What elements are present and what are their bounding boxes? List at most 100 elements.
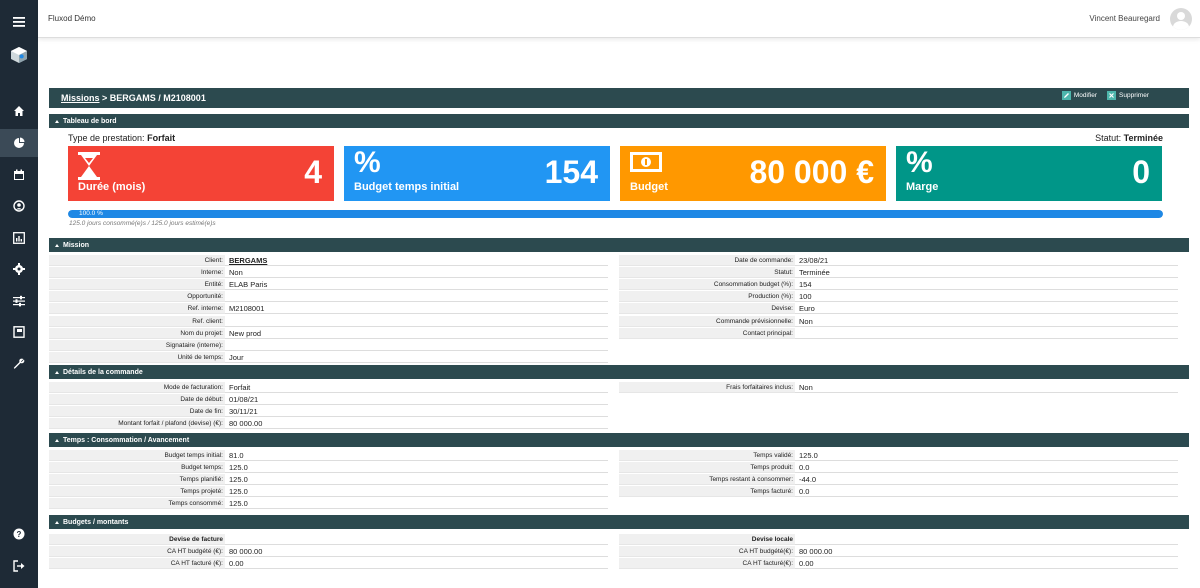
- field-label: Signataire (interne):: [49, 339, 225, 351]
- field-label: Devise locale: [619, 533, 795, 545]
- progress-note: 125.0 jours consommé(e)s / 125.0 jours e…: [69, 220, 216, 227]
- field-row: Date de début: 01/08/21: [49, 393, 608, 405]
- gear-icon[interactable]: [0, 256, 38, 282]
- field-value: 0.0: [795, 486, 1178, 498]
- order-fields: Mode de facturation: Forfait Date de début…: [49, 381, 1189, 433]
- field-row: Interne: Non: [49, 266, 608, 278]
- field-row: Ref. client:: [49, 315, 608, 327]
- field-row: Date de fin: 30/11/21: [49, 405, 608, 417]
- field-label: Statut:: [619, 266, 795, 278]
- section-header-mission[interactable]: Mission: [49, 238, 1189, 252]
- field-value: Forfait: [225, 381, 608, 393]
- field-label: Date de commande:: [619, 254, 795, 266]
- progress-fill: [68, 210, 1163, 218]
- progress-bar: [68, 210, 1163, 218]
- percent-icon: %: [906, 146, 933, 179]
- field-row: Statut: Terminée: [619, 266, 1178, 278]
- field-value: 81.0: [225, 449, 608, 461]
- collapse-triangle-icon: [55, 520, 59, 524]
- logout-icon[interactable]: [0, 553, 38, 579]
- field-label: Ref. interne:: [49, 303, 225, 315]
- field-row: Client: BERGAMS: [49, 254, 608, 266]
- field-label: Commande prévisionnelle:: [619, 315, 795, 327]
- breadcrumb-separator: >: [99, 93, 110, 103]
- user-circle-icon[interactable]: [0, 193, 38, 219]
- field-value: M2108001: [225, 303, 608, 315]
- field-row: Budget temps: 125.0: [49, 461, 608, 473]
- bar-chart-icon[interactable]: [0, 225, 38, 251]
- field-label: Date de début:: [49, 393, 225, 405]
- field-value: [225, 533, 608, 545]
- logo-cube-icon[interactable]: [0, 42, 38, 68]
- field-label: Temps produit:: [619, 461, 795, 473]
- wrench-icon[interactable]: [0, 351, 38, 377]
- section-header-order-details[interactable]: Détails de la commande: [49, 365, 1189, 379]
- field-row: Temps projeté: 125.0: [49, 486, 608, 498]
- field-value: 125.0: [225, 473, 608, 485]
- field-row: Unité de temps: Jour: [49, 352, 608, 364]
- delete-button[interactable]: Supprimer: [1107, 91, 1149, 100]
- mission-right-column: Date de commande: 23/08/21 Statut: Terminée…: [619, 254, 1178, 339]
- edit-button[interactable]: Modifier: [1061, 91, 1097, 100]
- menu-icon[interactable]: [0, 9, 38, 35]
- section-header-budgets[interactable]: Budgets / montants: [49, 515, 1189, 529]
- user-name[interactable]: Vincent Beauregard: [1089, 14, 1160, 23]
- field-row: Temps produit: 0.0: [619, 461, 1178, 473]
- field-value: 0.00: [225, 557, 608, 569]
- field-label: Temps restant à consommer:: [619, 473, 795, 485]
- field-value: Non: [795, 381, 1178, 393]
- avatar[interactable]: [1170, 8, 1192, 30]
- field-row: Devise de facture: [49, 533, 608, 545]
- kpi-cards: 4 Durée (mois) % 154 Budget temps initia…: [49, 146, 1189, 202]
- field-label: Opportunité:: [49, 291, 225, 303]
- field-row: Date de commande: 23/08/21: [619, 254, 1178, 266]
- breadcrumb: Missions > BERGAMS / M2108001: [61, 93, 206, 103]
- home-icon[interactable]: [0, 98, 38, 124]
- field-row: Budget temps initial: 81.0: [49, 449, 608, 461]
- calendar-icon[interactable]: [0, 162, 38, 188]
- field-label: Production (%):: [619, 291, 795, 303]
- help-icon[interactable]: ?: [0, 521, 38, 547]
- kpi-label: Durée (mois): [78, 181, 146, 193]
- section-title: Tableau de bord: [63, 117, 117, 125]
- field-row: Signataire (interne):: [49, 339, 608, 351]
- chart-pie-icon[interactable]: [0, 129, 38, 157]
- field-label: Devise de facture: [49, 533, 225, 545]
- top-bar: Fluxod Démo Vincent Beauregard: [38, 0, 1200, 38]
- delete-label: Supprimer: [1119, 92, 1149, 99]
- collapse-triangle-icon: [55, 243, 59, 247]
- sliders-icon[interactable]: [0, 288, 38, 314]
- field-value: 125.0: [225, 486, 608, 498]
- field-value: [225, 339, 608, 351]
- field-label: Entité:: [49, 278, 225, 290]
- mission-fields: Client: BERGAMS Interne: Non Entité: ELAB Par…: [49, 254, 1189, 365]
- field-row: Commande prévisionnelle: Non: [619, 315, 1178, 327]
- percent-icon: %: [354, 146, 381, 179]
- breadcrumb-missions-link[interactable]: Missions: [61, 93, 100, 103]
- field-label: Contact principal:: [619, 327, 795, 339]
- section-header-dashboard[interactable]: Tableau de bord: [49, 114, 1189, 128]
- page-title-bar: Missions > BERGAMS / M2108001 Modifier S…: [49, 88, 1189, 108]
- field-row: CA HT facturé (€): 0.00: [49, 557, 608, 569]
- field-value: 80 000.00: [225, 545, 608, 557]
- field-label: Montant forfait / plafond (devise) (€):: [49, 418, 225, 430]
- field-label: Temps facturé:: [619, 486, 795, 498]
- field-row: Ref. interne: M2108001: [49, 303, 608, 315]
- field-label: Temps projeté:: [49, 486, 225, 498]
- kpi-card-margin: % 0 Marge: [896, 146, 1162, 201]
- kpi-label: Budget temps initial: [354, 181, 460, 193]
- section-header-time[interactable]: Temps : Consommation / Avancement: [49, 433, 1189, 447]
- field-value: 125.0: [225, 498, 608, 510]
- field-label: Interne:: [49, 266, 225, 278]
- kpi-value: 0: [1132, 154, 1150, 190]
- field-value: 125.0: [225, 461, 608, 473]
- field-row: Temps restant à consommer: -44.0: [619, 473, 1178, 485]
- book-icon[interactable]: [0, 319, 38, 345]
- field-row: Devise locale: [619, 533, 1178, 545]
- field-value-link[interactable]: BERGAMS: [225, 254, 608, 266]
- order-right-column: Frais forfaitaires inclus: Non: [619, 381, 1178, 393]
- field-row: Opportunité:: [49, 291, 608, 303]
- field-value: 100: [795, 291, 1178, 303]
- order-left-column: Mode de facturation: Forfait Date de début…: [49, 381, 608, 430]
- field-label: CA HT facturé(€):: [619, 557, 795, 569]
